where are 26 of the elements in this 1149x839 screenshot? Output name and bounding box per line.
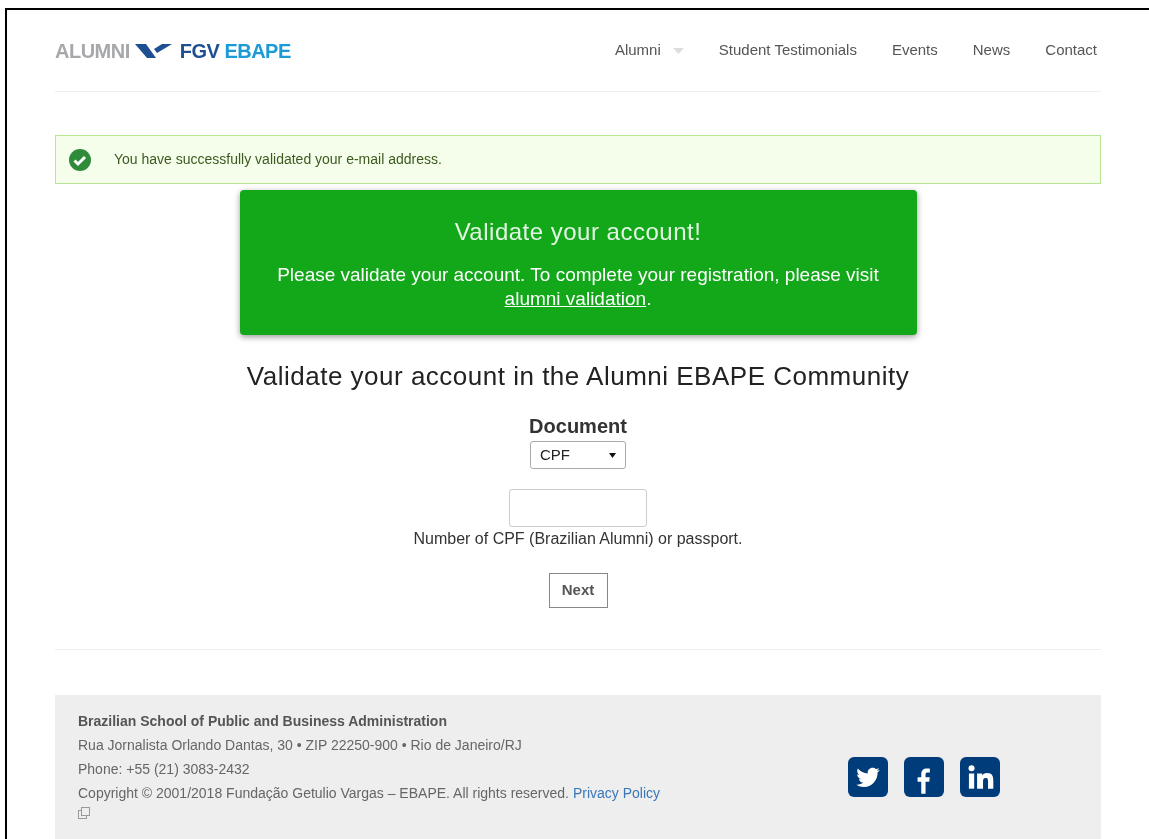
alert-text: You have successfully validated your e-mail address. (114, 150, 442, 169)
twitter-icon[interactable] (848, 757, 888, 797)
nav-link[interactable]: News (972, 39, 1011, 62)
facebook-icon[interactable] (904, 757, 944, 797)
next-button[interactable]: Next (548, 573, 608, 608)
nav-link[interactable]: Student Testimonials (718, 39, 857, 62)
document-select[interactable]: CPF (530, 441, 626, 469)
copyright-text: Copyright © 2001/2018 Fundação Getulio Vargas – EBAPE. All rights reserved. Privacy Policy (78, 784, 661, 803)
caret-icon (672, 47, 684, 54)
phone-text: Phone: +55 (21) 3083-2432 (78, 760, 251, 779)
field-help: Number of CPF (Brazilian Alumni) or passport. (413, 529, 743, 549)
privacy-link[interactable]: Privacy Policy (572, 785, 661, 801)
caret-icon (609, 452, 616, 458)
logo[interactable]: ALUMNI FGV EBAPE (55, 35, 291, 66)
school-name: Brazilian School of Public and Business Administration (78, 712, 448, 731)
address-text: Rua Jornalista Orlando Dantas, 30 • ZIP 22250-900 • Rio de Janeiro/RJ (78, 736, 523, 755)
document-number-field[interactable] (509, 489, 647, 527)
nav-link[interactable]: Contact (1045, 39, 1097, 62)
linkedin-icon[interactable] (960, 757, 1000, 797)
banner-title: Validate your account! (453, 217, 703, 247)
nav-link[interactable]: Alumni (614, 39, 684, 62)
nav-link[interactable]: Events (891, 39, 938, 62)
check-icon (68, 147, 92, 172)
banner-text: Please validate your account. To complete your registration, please visit alumni validation. (276, 263, 880, 311)
document-label: Document (529, 414, 627, 439)
form-heading: Validate your account in the Alumni EBAPE Community (246, 360, 910, 393)
